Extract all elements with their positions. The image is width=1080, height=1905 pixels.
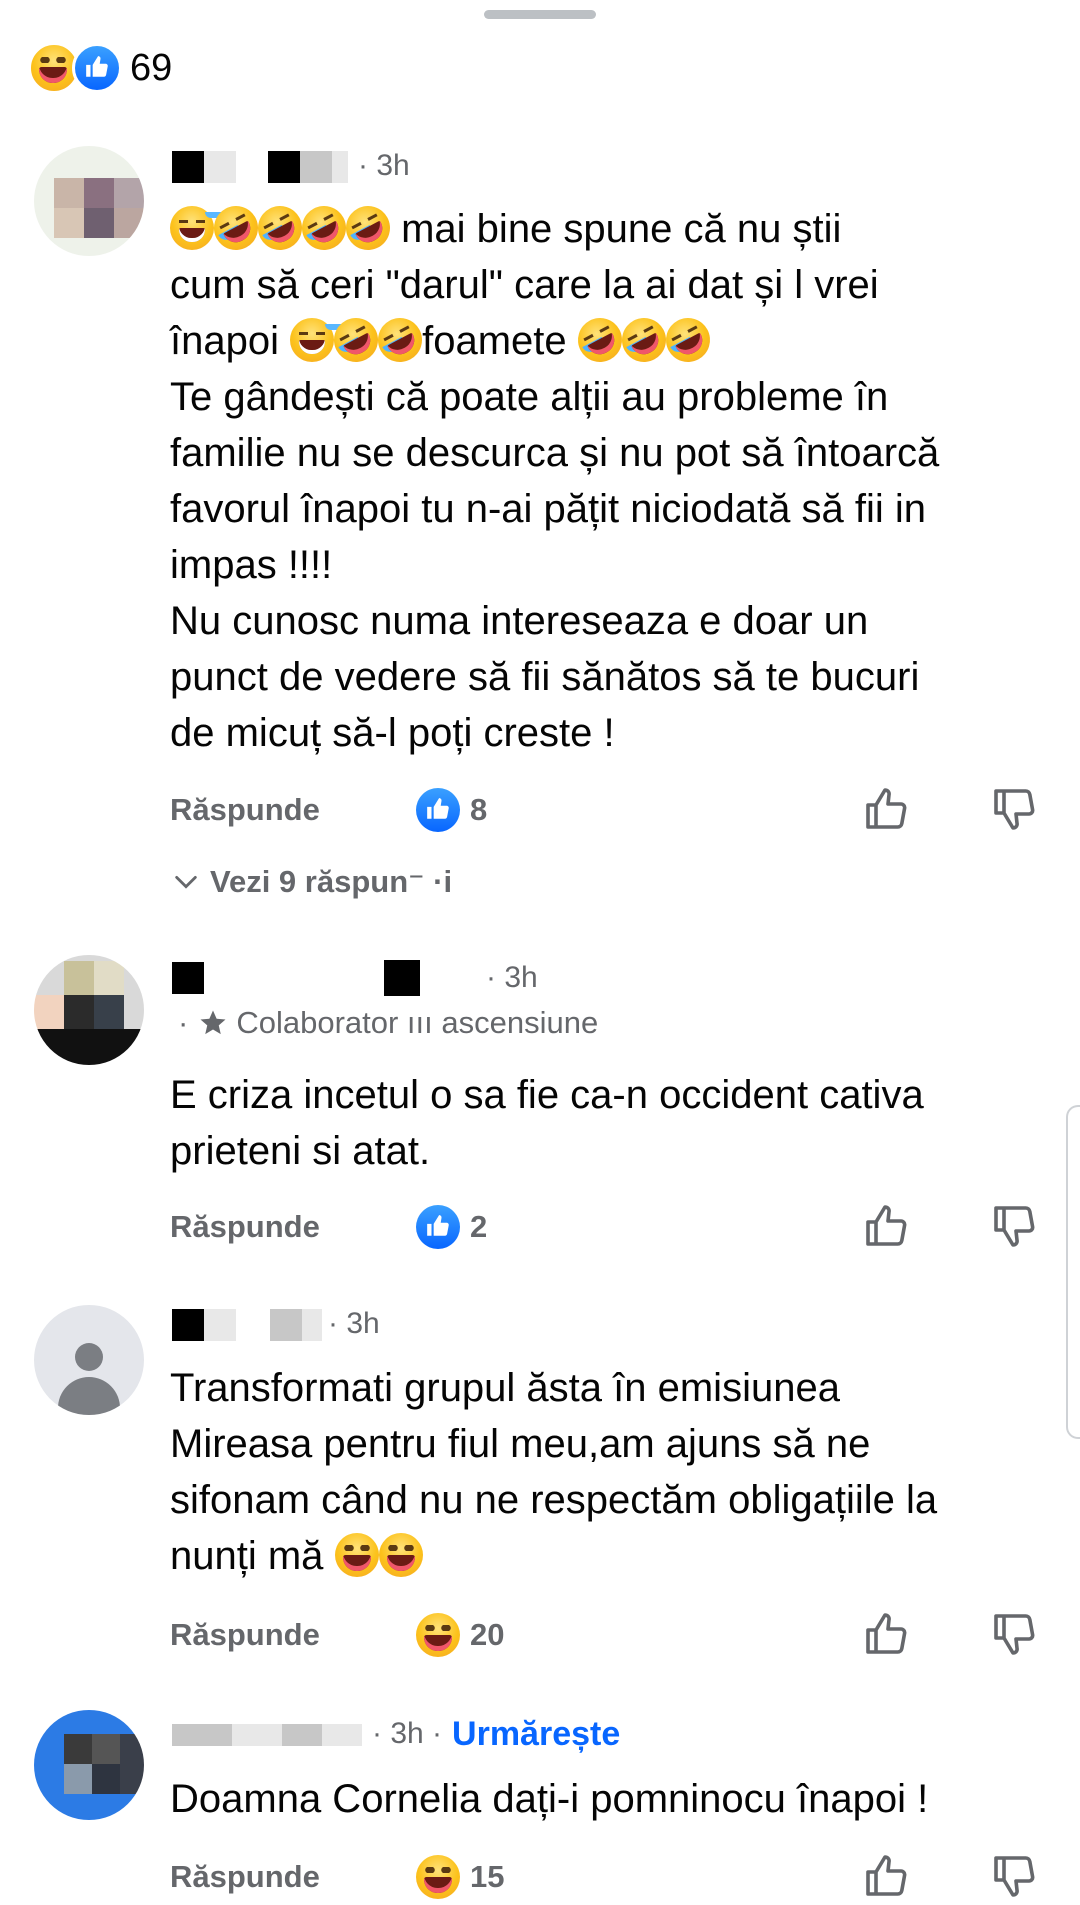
reaction-count[interactable]: 2 [416,1205,487,1249]
comment-text: Transformati grupul ăsta în emisiunea Mir… [170,1360,1050,1584]
rofl-emoji-icon [570,310,630,370]
comment-text-segment: favorul înapoi tu n-ai pățit niciodată s… [170,487,926,531]
reply-button[interactable]: Răspunde [170,1610,320,1660]
comment-text: E criza incetul o sa fie ca-n occident c… [170,1073,924,1173]
comment-text-segment: Nu cunosc numa intereseaza e doar un [170,599,869,643]
view-replies-label: Vezi 9 răspun⁻ ·i [210,864,453,899]
comment-actions: Răspunde 2 [170,1202,1040,1252]
upvote-icon[interactable] [862,1852,910,1905]
haha-emoji-icon [378,1533,423,1577]
comment-text-segment: impas !!!! [170,543,333,587]
comment-text-segment: înapoi [170,319,291,363]
view-replies-button[interactable]: Vezi 9 răspun⁻ ·i [172,864,452,900]
reaction-count-value: 20 [470,1617,505,1652]
downvote-icon[interactable] [990,785,1038,838]
comment-text-segment: Te gândești că poate alții au probleme î… [170,375,889,419]
timestamp: · 3h [486,961,538,994]
like-reaction-icon [72,43,122,93]
downvote-icon[interactable] [990,1610,1038,1663]
author-name-redacted[interactable] [172,960,480,997]
scrollbar[interactable] [1066,1105,1080,1439]
comment-text-segment: de micuț să-l poți creste ! [170,711,615,755]
comment-line: Nu cunosc numa intereseaza e doar un [170,593,1050,649]
avatar[interactable] [34,1710,144,1820]
contributor-badge: · Colaborator ııı ascensiune [178,1005,599,1040]
upvote-icon[interactable] [862,785,910,838]
comment-text-segment: nunți mă [170,1534,335,1578]
upvote-icon[interactable] [862,1610,910,1663]
comment-text-segment: Transformati grupul ăsta în emisiunea [170,1366,840,1410]
reactions-total: 69 [130,46,173,89]
comment-meta: · 3h [172,146,410,186]
comment-actions: Răspunde 20 [170,1610,1040,1660]
reply-button[interactable]: Răspunde [170,785,320,835]
comment-actions: Răspunde 8 [170,785,1040,835]
comment-meta: · 3h · Urmărește [172,1714,620,1754]
like-reaction-icon [416,788,460,832]
rofl-emoji-icon [338,198,398,258]
reaction-count-value: 2 [470,1209,488,1244]
comment-text-segment: Mireasa pentru fiul meu,am ajuns să ne [170,1422,871,1466]
haha-reaction-icon [416,1855,460,1899]
comment-line: Mireasa pentru fiul meu,am ajuns să ne [170,1416,1050,1472]
rofl-emoji-icon [658,310,718,370]
comment-line: mai bine spune că nu știi [170,198,1050,258]
comment-meta: · 3h [172,958,538,998]
comment-text: Doamna Cornelia dați-i pomninocu înapoi … [170,1777,929,1821]
author-name-redacted[interactable] [172,1717,362,1751]
comment-text-segment: mai bine spune că nu știi [390,207,842,251]
comment-line: nunți mă [170,1528,1050,1584]
star-icon [200,1010,226,1035]
sheet-drag-handle[interactable] [484,10,596,19]
author-name-redacted[interactable] [172,1307,322,1342]
timestamp: · 3h · [372,1717,443,1750]
reaction-count-value: 8 [470,792,488,827]
comment-text-segment: foamete [422,319,578,363]
comment-line: favorul înapoi tu n-ai pățit niciodată s… [170,481,1050,537]
like-reaction-icon [416,1205,460,1249]
reply-button[interactable]: Răspunde [170,1852,320,1902]
reaction-count[interactable]: 8 [416,788,487,832]
comment-text-segment: cum să ceri "darul" care la ai dat și l … [170,263,879,307]
follow-button[interactable]: Urmărește [452,1715,620,1754]
comment-text-segment: sifonam când nu ne respectăm obligațiile… [170,1478,938,1522]
comment-line: familie nu se descurca și nu pot să înto… [170,425,1050,481]
chevron-down-icon [175,875,197,889]
comment-text-segment: punct de vedere să fii sănătos să te buc… [170,655,920,699]
comment-line: punct de vedere să fii sănătos să te buc… [170,649,1050,705]
reply-button[interactable]: Răspunde [170,1202,320,1252]
timestamp: · 3h [328,1307,380,1340]
rofl-emoji-icon [614,310,674,370]
comment-line: de micuț să-l poți creste ! [170,705,1050,761]
comment-line: înapoi foamete [170,310,1050,370]
upvote-icon[interactable] [862,1202,910,1255]
reaction-count-value: 15 [470,1859,505,1894]
comment-line: Te gândești că poate alții au probleme î… [170,369,1050,425]
author-name-redacted[interactable] [172,149,348,184]
avatar[interactable] [34,955,144,1065]
haha-emoji-icon [334,1533,379,1577]
sweat-emoji-icon [290,318,335,362]
comment-text: mai bine spune că nu știi cum să ceri "da… [170,198,1050,761]
comment-meta: · 3h [172,1304,380,1344]
avatar[interactable] [34,146,144,256]
sweat-emoji-icon [170,206,214,250]
comment-line: cum să ceri "darul" care la ai dat și l … [170,257,1050,313]
avatar[interactable] [34,1305,144,1415]
default-avatar-icon [75,1343,103,1371]
downvote-icon[interactable] [990,1202,1038,1255]
comment-actions: Răspunde 15 [170,1852,1040,1902]
reaction-count[interactable]: 20 [416,1613,504,1657]
comment-line: sifonam când nu ne respectăm obligațiile… [170,1472,1050,1528]
comment-line: impas !!!! [170,537,1050,593]
rofl-emoji-icon [370,310,430,370]
badge-label: Colaborator ııı ascensiune [236,1005,599,1040]
comment-line: Transformati grupul ăsta în emisiunea [170,1360,1050,1416]
reaction-count[interactable]: 15 [416,1855,504,1899]
comment-text-segment: familie nu se descurca și nu pot să înto… [170,431,940,475]
reactions-summary[interactable]: 69 [28,42,173,94]
haha-reaction-icon [416,1613,460,1657]
downvote-icon[interactable] [990,1852,1038,1905]
timestamp: · 3h [358,149,410,182]
